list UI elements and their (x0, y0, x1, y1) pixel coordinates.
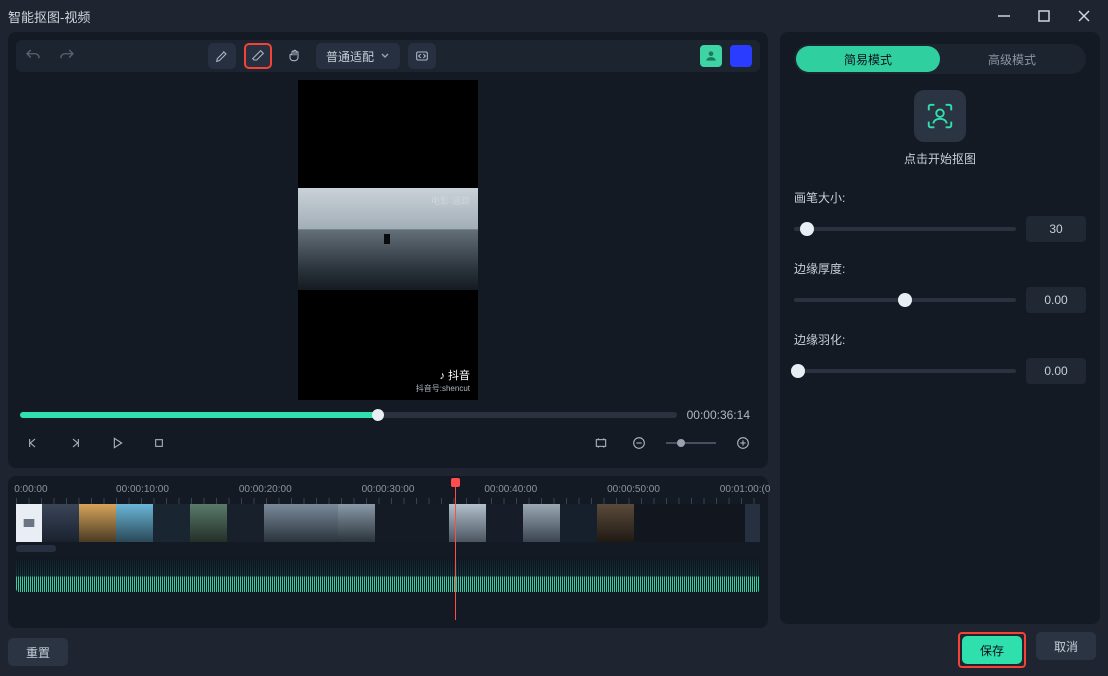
edge-feather-label: 边缘羽化: (794, 331, 1086, 348)
video-preview[interactable]: 电影·追踪 ♪ 抖音 抖音号:shencut (16, 80, 760, 400)
ruler-label: 00:00:30:00 (362, 484, 415, 495)
timeline-scrollbar[interactable] (16, 545, 56, 552)
start-matting-button[interactable] (914, 90, 966, 142)
save-button[interactable]: 保存 (962, 636, 1022, 664)
preview-toolbar: 普通适配 (16, 40, 760, 72)
ruler-label: 00:01:00:(0 (720, 484, 771, 495)
source-line2: 抖音号:shencut (298, 383, 470, 394)
ruler-label: 00:00:40:00 (484, 484, 537, 495)
redo-icon[interactable] (58, 47, 76, 65)
brush-size-value[interactable]: 30 (1026, 216, 1086, 242)
stop-button[interactable] (148, 432, 170, 454)
brush-size-slider[interactable] (794, 227, 1016, 231)
compare-button[interactable] (408, 43, 436, 69)
edge-thickness-label: 边缘厚度: (794, 260, 1086, 277)
mode-tabs: 简易模式 高级模式 (794, 44, 1086, 74)
minimize-button[interactable] (996, 8, 1012, 24)
eraser-tool-button[interactable] (244, 43, 272, 69)
brush-size-label: 画笔大小: (794, 189, 1086, 206)
zoom-out-button[interactable] (628, 432, 650, 454)
background-color-swatch[interactable] (730, 45, 752, 67)
edge-feather-value[interactable]: 0.00 (1026, 358, 1086, 384)
audio-track[interactable] (16, 558, 760, 592)
hand-tool-button[interactable] (280, 43, 308, 69)
avatar-icon[interactable] (700, 45, 722, 67)
pen-tool-button[interactable] (208, 43, 236, 69)
clip-media-icon (16, 504, 42, 542)
play-button[interactable] (106, 432, 128, 454)
timeline-ruler[interactable]: 0:00:00 00:00:10:00 00:00:20:00 00:00:30… (16, 482, 760, 504)
source-line1: ♪ 抖音 (298, 367, 470, 383)
ruler-label: 0:00:00 (14, 484, 47, 495)
ruler-label: 00:00:10:00 (116, 484, 169, 495)
fit-mode-label: 普通适配 (326, 48, 374, 65)
reset-button[interactable]: 重置 (8, 638, 68, 666)
cancel-button[interactable]: 取消 (1036, 632, 1096, 660)
tab-simple-mode[interactable]: 简易模式 (796, 46, 940, 72)
edge-thickness-value[interactable]: 0.00 (1026, 287, 1086, 313)
chevron-down-icon (380, 51, 390, 61)
edge-feather-slider[interactable] (794, 369, 1016, 373)
playhead[interactable] (455, 482, 456, 620)
watermark-text: 电影·追踪 (431, 194, 470, 207)
seek-bar[interactable] (20, 412, 677, 418)
next-frame-button[interactable] (64, 432, 86, 454)
window-title: 智能抠图-视频 (8, 7, 90, 26)
timecode: 00:00:36:14 (687, 408, 756, 422)
ruler-label: 00:00:20:00 (239, 484, 292, 495)
maximize-button[interactable] (1036, 8, 1052, 24)
prev-frame-button[interactable] (22, 432, 44, 454)
fit-mode-dropdown[interactable]: 普通适配 (316, 43, 400, 69)
seek-knob[interactable] (372, 409, 384, 421)
undo-icon[interactable] (24, 47, 42, 65)
start-matting-label: 点击开始抠图 (794, 150, 1086, 167)
close-button[interactable] (1076, 8, 1092, 24)
edge-thickness-slider[interactable] (794, 298, 1016, 302)
ruler-label: 00:00:50:00 (607, 484, 660, 495)
fullscreen-button[interactable] (590, 432, 612, 454)
video-track[interactable] (16, 504, 760, 542)
zoom-slider[interactable] (666, 442, 716, 444)
zoom-in-button[interactable] (732, 432, 754, 454)
tab-advanced-mode[interactable]: 高级模式 (940, 46, 1084, 72)
